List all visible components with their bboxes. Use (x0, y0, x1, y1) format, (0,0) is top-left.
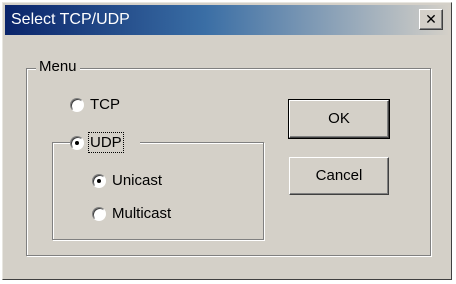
close-icon: ✕ (425, 11, 437, 27)
multicast-radio-icon (92, 207, 106, 221)
udp-radio-label: UDP (88, 132, 124, 153)
tcp-radio-icon (70, 98, 84, 112)
unicast-radio-icon (92, 174, 106, 188)
tcp-radio-label: TCP (90, 96, 120, 113)
close-button[interactable]: ✕ (419, 9, 443, 30)
cancel-button[interactable]: Cancel (289, 157, 389, 195)
udp-radio-icon (70, 136, 84, 150)
unicast-radio-label: Unicast (112, 172, 163, 189)
udp-radio[interactable]: UDP (70, 132, 140, 156)
menu-group-label: Menu (36, 58, 80, 75)
ok-button[interactable]: OK (288, 99, 390, 139)
window-title: Select TCP/UDP (11, 11, 130, 28)
multicast-radio-label: Multicast (112, 205, 172, 222)
title-bar: Select TCP/UDP ✕ (5, 5, 449, 35)
udp-group (52, 142, 264, 240)
